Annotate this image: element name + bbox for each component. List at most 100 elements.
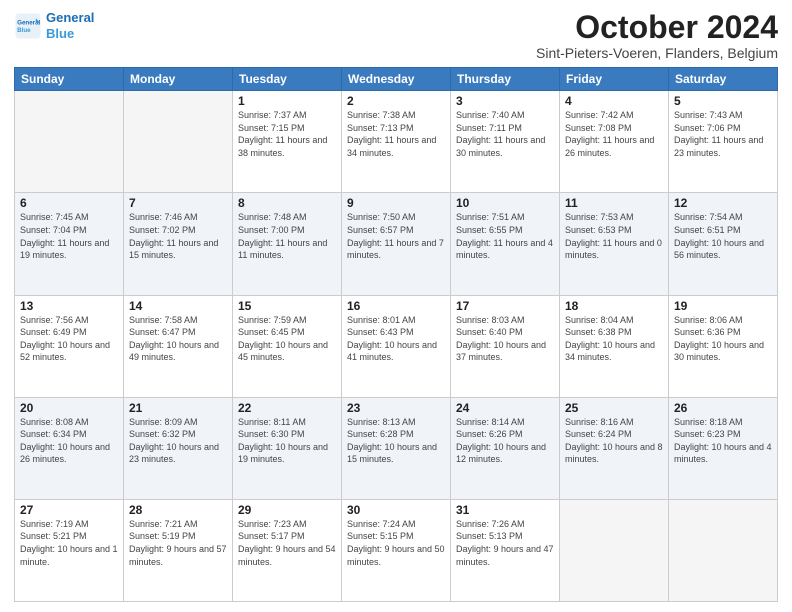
calendar-header-saturday: Saturday — [669, 68, 778, 91]
day-info: Sunrise: 7:42 AMSunset: 7:08 PMDaylight:… — [565, 109, 663, 159]
day-number: 14 — [129, 299, 227, 313]
calendar-cell: 31Sunrise: 7:26 AMSunset: 5:13 PMDayligh… — [451, 499, 560, 601]
calendar-cell: 7Sunrise: 7:46 AMSunset: 7:02 PMDaylight… — [124, 193, 233, 295]
calendar-cell: 28Sunrise: 7:21 AMSunset: 5:19 PMDayligh… — [124, 499, 233, 601]
calendar-cell: 22Sunrise: 8:11 AMSunset: 6:30 PMDayligh… — [233, 397, 342, 499]
calendar-header-tuesday: Tuesday — [233, 68, 342, 91]
calendar-cell: 20Sunrise: 8:08 AMSunset: 6:34 PMDayligh… — [15, 397, 124, 499]
day-number: 11 — [565, 196, 663, 210]
svg-text:Blue: Blue — [17, 27, 31, 34]
day-info: Sunrise: 7:24 AMSunset: 5:15 PMDaylight:… — [347, 518, 445, 568]
day-number: 7 — [129, 196, 227, 210]
day-number: 1 — [238, 94, 336, 108]
day-info: Sunrise: 8:03 AMSunset: 6:40 PMDaylight:… — [456, 314, 554, 364]
day-number: 25 — [565, 401, 663, 415]
day-info: Sunrise: 7:40 AMSunset: 7:11 PMDaylight:… — [456, 109, 554, 159]
logo: General Blue General Blue — [14, 10, 94, 41]
calendar-week-row: 1Sunrise: 7:37 AMSunset: 7:15 PMDaylight… — [15, 91, 778, 193]
calendar-cell: 12Sunrise: 7:54 AMSunset: 6:51 PMDayligh… — [669, 193, 778, 295]
calendar-table: SundayMondayTuesdayWednesdayThursdayFrid… — [14, 67, 778, 602]
day-info: Sunrise: 8:08 AMSunset: 6:34 PMDaylight:… — [20, 416, 118, 466]
calendar-cell — [15, 91, 124, 193]
title-block: October 2024 Sint-Pieters-Voeren, Flande… — [536, 10, 778, 61]
calendar-cell: 24Sunrise: 8:14 AMSunset: 6:26 PMDayligh… — [451, 397, 560, 499]
calendar-cell: 11Sunrise: 7:53 AMSunset: 6:53 PMDayligh… — [560, 193, 669, 295]
day-number: 19 — [674, 299, 772, 313]
logo-blue: Blue — [46, 26, 94, 42]
calendar-cell: 2Sunrise: 7:38 AMSunset: 7:13 PMDaylight… — [342, 91, 451, 193]
day-number: 3 — [456, 94, 554, 108]
day-number: 18 — [565, 299, 663, 313]
page: General Blue General Blue October 2024 S… — [0, 0, 792, 612]
day-info: Sunrise: 8:14 AMSunset: 6:26 PMDaylight:… — [456, 416, 554, 466]
day-info: Sunrise: 8:18 AMSunset: 6:23 PMDaylight:… — [674, 416, 772, 466]
day-info: Sunrise: 7:26 AMSunset: 5:13 PMDaylight:… — [456, 518, 554, 568]
day-number: 17 — [456, 299, 554, 313]
day-info: Sunrise: 7:48 AMSunset: 7:00 PMDaylight:… — [238, 211, 336, 261]
day-info: Sunrise: 7:59 AMSunset: 6:45 PMDaylight:… — [238, 314, 336, 364]
calendar-cell: 23Sunrise: 8:13 AMSunset: 6:28 PMDayligh… — [342, 397, 451, 499]
calendar-week-row: 20Sunrise: 8:08 AMSunset: 6:34 PMDayligh… — [15, 397, 778, 499]
calendar-cell: 26Sunrise: 8:18 AMSunset: 6:23 PMDayligh… — [669, 397, 778, 499]
calendar-cell: 3Sunrise: 7:40 AMSunset: 7:11 PMDaylight… — [451, 91, 560, 193]
calendar-cell: 17Sunrise: 8:03 AMSunset: 6:40 PMDayligh… — [451, 295, 560, 397]
calendar-cell: 5Sunrise: 7:43 AMSunset: 7:06 PMDaylight… — [669, 91, 778, 193]
day-number: 9 — [347, 196, 445, 210]
calendar-header-row: SundayMondayTuesdayWednesdayThursdayFrid… — [15, 68, 778, 91]
day-number: 26 — [674, 401, 772, 415]
day-info: Sunrise: 7:50 AMSunset: 6:57 PMDaylight:… — [347, 211, 445, 261]
day-number: 20 — [20, 401, 118, 415]
day-info: Sunrise: 7:38 AMSunset: 7:13 PMDaylight:… — [347, 109, 445, 159]
calendar-week-row: 6Sunrise: 7:45 AMSunset: 7:04 PMDaylight… — [15, 193, 778, 295]
calendar-cell: 15Sunrise: 7:59 AMSunset: 6:45 PMDayligh… — [233, 295, 342, 397]
day-info: Sunrise: 7:58 AMSunset: 6:47 PMDaylight:… — [129, 314, 227, 364]
calendar-cell: 4Sunrise: 7:42 AMSunset: 7:08 PMDaylight… — [560, 91, 669, 193]
calendar-cell: 18Sunrise: 8:04 AMSunset: 6:38 PMDayligh… — [560, 295, 669, 397]
day-number: 24 — [456, 401, 554, 415]
day-info: Sunrise: 7:45 AMSunset: 7:04 PMDaylight:… — [20, 211, 118, 261]
day-number: 4 — [565, 94, 663, 108]
calendar-cell: 1Sunrise: 7:37 AMSunset: 7:15 PMDaylight… — [233, 91, 342, 193]
day-info: Sunrise: 8:11 AMSunset: 6:30 PMDaylight:… — [238, 416, 336, 466]
calendar-cell — [124, 91, 233, 193]
day-number: 8 — [238, 196, 336, 210]
day-number: 16 — [347, 299, 445, 313]
calendar-cell: 27Sunrise: 7:19 AMSunset: 5:21 PMDayligh… — [15, 499, 124, 601]
day-number: 21 — [129, 401, 227, 415]
day-number: 12 — [674, 196, 772, 210]
day-info: Sunrise: 7:53 AMSunset: 6:53 PMDaylight:… — [565, 211, 663, 261]
day-number: 27 — [20, 503, 118, 517]
calendar-cell: 8Sunrise: 7:48 AMSunset: 7:00 PMDaylight… — [233, 193, 342, 295]
calendar-header-sunday: Sunday — [15, 68, 124, 91]
calendar-cell — [560, 499, 669, 601]
day-info: Sunrise: 8:04 AMSunset: 6:38 PMDaylight:… — [565, 314, 663, 364]
day-info: Sunrise: 8:09 AMSunset: 6:32 PMDaylight:… — [129, 416, 227, 466]
calendar-week-row: 13Sunrise: 7:56 AMSunset: 6:49 PMDayligh… — [15, 295, 778, 397]
day-number: 13 — [20, 299, 118, 313]
location: Sint-Pieters-Voeren, Flanders, Belgium — [536, 45, 778, 61]
logo-text: General Blue — [46, 10, 94, 41]
calendar-cell: 6Sunrise: 7:45 AMSunset: 7:04 PMDaylight… — [15, 193, 124, 295]
day-info: Sunrise: 7:19 AMSunset: 5:21 PMDaylight:… — [20, 518, 118, 568]
calendar-cell: 10Sunrise: 7:51 AMSunset: 6:55 PMDayligh… — [451, 193, 560, 295]
logo-general: General — [46, 10, 94, 25]
calendar-week-row: 27Sunrise: 7:19 AMSunset: 5:21 PMDayligh… — [15, 499, 778, 601]
day-info: Sunrise: 7:51 AMSunset: 6:55 PMDaylight:… — [456, 211, 554, 261]
day-number: 28 — [129, 503, 227, 517]
logo-icon: General Blue — [14, 12, 42, 40]
header: General Blue General Blue October 2024 S… — [14, 10, 778, 61]
day-info: Sunrise: 8:01 AMSunset: 6:43 PMDaylight:… — [347, 314, 445, 364]
day-number: 29 — [238, 503, 336, 517]
calendar-header-thursday: Thursday — [451, 68, 560, 91]
calendar-cell: 13Sunrise: 7:56 AMSunset: 6:49 PMDayligh… — [15, 295, 124, 397]
day-info: Sunrise: 7:56 AMSunset: 6:49 PMDaylight:… — [20, 314, 118, 364]
day-number: 31 — [456, 503, 554, 517]
day-info: Sunrise: 7:37 AMSunset: 7:15 PMDaylight:… — [238, 109, 336, 159]
day-info: Sunrise: 7:54 AMSunset: 6:51 PMDaylight:… — [674, 211, 772, 261]
day-info: Sunrise: 8:06 AMSunset: 6:36 PMDaylight:… — [674, 314, 772, 364]
calendar-cell: 19Sunrise: 8:06 AMSunset: 6:36 PMDayligh… — [669, 295, 778, 397]
calendar-cell — [669, 499, 778, 601]
calendar-cell: 16Sunrise: 8:01 AMSunset: 6:43 PMDayligh… — [342, 295, 451, 397]
calendar-header-monday: Monday — [124, 68, 233, 91]
calendar-header-friday: Friday — [560, 68, 669, 91]
